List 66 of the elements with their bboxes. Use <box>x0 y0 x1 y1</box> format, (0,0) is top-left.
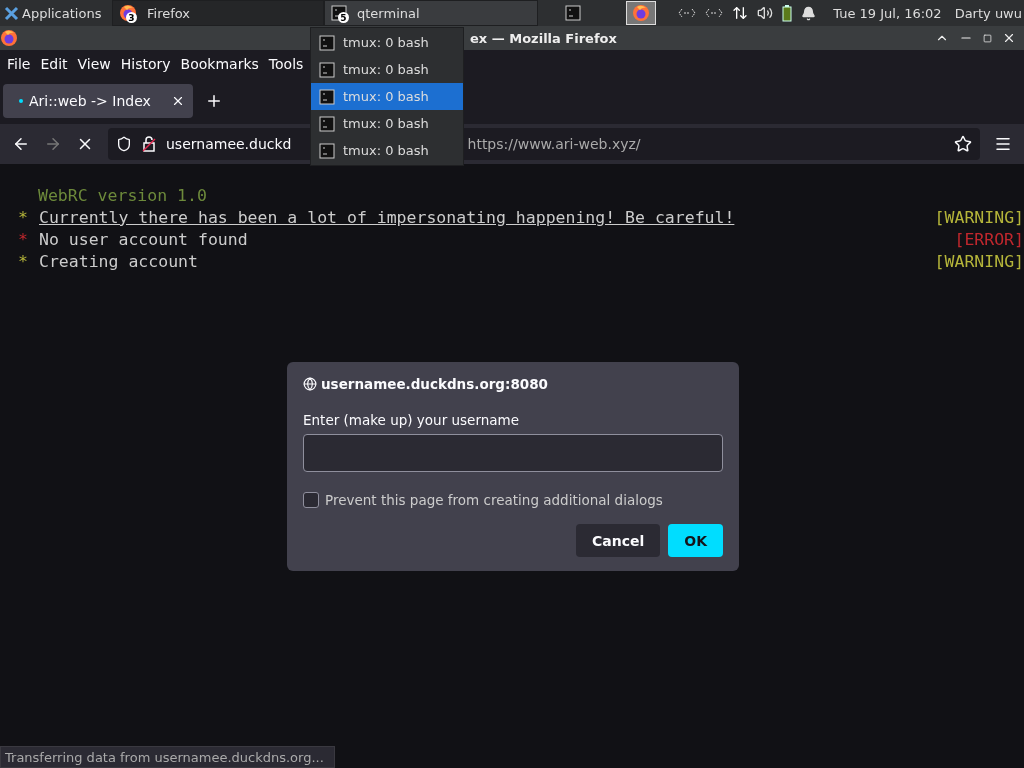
loading-dot-icon <box>19 99 23 103</box>
task-menu-item[interactable]: tmux: 0 bash <box>311 83 463 110</box>
menu-icon[interactable] <box>994 135 1012 153</box>
prompt-label: Enter (make up) your username <box>303 412 520 428</box>
log-message: Currently there has been a lot of impersonating happening! Be careful! <box>39 207 735 227</box>
menu-item[interactable]: Tools <box>263 56 309 72</box>
network-icon <box>705 8 724 18</box>
log-level: [ERROR] <box>954 229 1024 249</box>
checkbox[interactable] <box>303 492 319 508</box>
count-badge: 3 <box>126 12 137 23</box>
count-badge: 5 <box>338 12 349 23</box>
clock: Tue 19 Jul, 16:02 <box>833 5 942 21</box>
user-name: Darty uwu <box>954 5 1022 21</box>
log-level: [WARNING] <box>934 207 1024 227</box>
terminal-icon <box>319 34 335 51</box>
applications-menu[interactable]: Applications <box>0 0 112 26</box>
lock-icon <box>142 136 156 152</box>
ok-button[interactable]: OK <box>668 524 723 557</box>
shield-icon <box>116 136 132 152</box>
bullet-mark: * <box>18 207 29 227</box>
bell-icon <box>801 5 817 21</box>
task-menu-item[interactable]: tmux: 0 bash <box>311 56 463 83</box>
workspace-button[interactable] <box>626 1 656 25</box>
battery-icon <box>782 4 793 22</box>
network-icon <box>678 8 697 18</box>
forward-icon[interactable] <box>44 135 62 153</box>
new-tab-icon[interactable] <box>205 92 223 110</box>
x-logo-icon <box>4 5 19 21</box>
close-icon[interactable] <box>1002 31 1016 45</box>
menu-item[interactable]: Bookmarks <box>175 56 264 72</box>
terminal-icon <box>319 61 335 78</box>
dialog-origin: usernamee.duckdns.org:8080 <box>321 376 548 392</box>
task-button[interactable]: 3 Firefox <box>112 0 324 26</box>
log-message: No user account found <box>39 229 248 249</box>
volume-icon <box>757 5 774 21</box>
console-title: WebRC version 1.0 <box>38 184 208 206</box>
menu-item[interactable]: File <box>2 56 36 72</box>
menu-item[interactable]: Edit <box>35 56 73 72</box>
log-level: [WARNING] <box>934 251 1024 271</box>
terminal-icon <box>565 5 581 21</box>
task-button[interactable]: 5 qterminal <box>324 0 538 26</box>
bookmark-star-icon[interactable] <box>954 135 972 153</box>
terminal-icon <box>319 115 335 132</box>
terminal-icon <box>319 88 335 105</box>
transfer-icon <box>732 5 749 21</box>
menu-item[interactable]: View <box>72 56 116 72</box>
close-icon[interactable] <box>171 94 185 108</box>
window-title: ex — Mozilla Firefox <box>470 30 617 46</box>
bullet-mark: * <box>18 251 29 271</box>
tab-title: Ari::web -> Index <box>29 93 152 109</box>
log-message: Creating account <box>39 251 198 271</box>
firefox-icon <box>632 4 650 22</box>
firefox-icon <box>0 29 18 47</box>
cancel-button[interactable]: Cancel <box>575 524 661 557</box>
back-icon[interactable] <box>12 135 30 153</box>
browser-tab[interactable]: Ari::web -> Index <box>3 84 193 118</box>
username-field[interactable] <box>303 434 723 472</box>
task-menu-item[interactable]: tmux: 0 bash <box>311 29 463 56</box>
checkbox-label: Prevent this page from creating additional dialogs <box>325 492 663 508</box>
globe-icon <box>303 377 317 391</box>
terminal-icon <box>331 5 347 21</box>
bullet-mark: * <box>18 229 29 249</box>
status-text: Transferring data from usernamee.duckdns.org... <box>0 746 335 768</box>
menu-item[interactable]: History <box>115 56 176 72</box>
maximize-icon[interactable] <box>983 33 992 43</box>
terminal-icon <box>319 142 335 159</box>
